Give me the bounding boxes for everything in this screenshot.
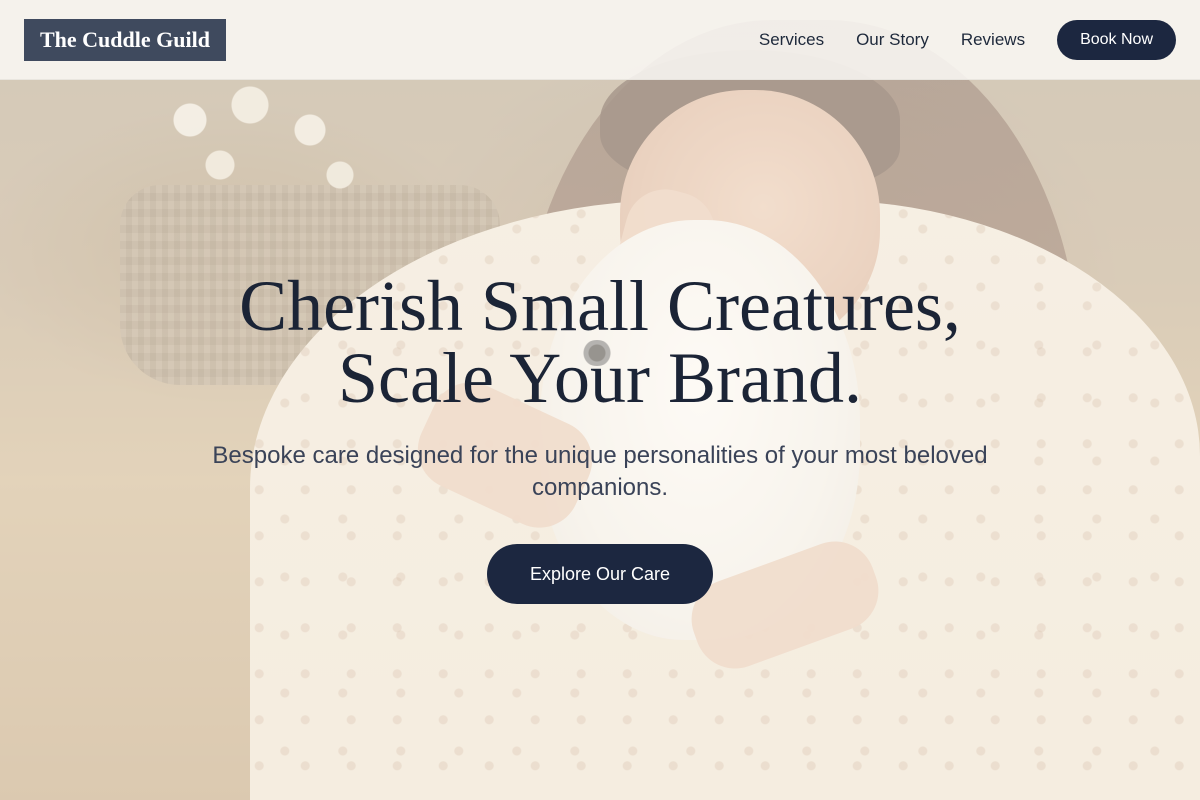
nav-link-reviews[interactable]: Reviews	[961, 30, 1025, 50]
hero-section: Cherish Small Creatures, Scale Your Bran…	[0, 270, 1200, 604]
nav-link-services[interactable]: Services	[759, 30, 824, 50]
site-logo[interactable]: The Cuddle Guild	[24, 18, 226, 61]
explore-care-button[interactable]: Explore Our Care	[487, 544, 713, 604]
page: The Cuddle Guild Services Our Story Revi…	[0, 0, 1200, 800]
hero-headline-line-1: Cherish Small Creatures,	[239, 266, 961, 346]
book-now-button[interactable]: Book Now	[1057, 19, 1176, 60]
hero-subtitle: Bespoke care designed for the unique per…	[212, 442, 988, 501]
nav-menu: Services Our Story Reviews Book Now	[759, 19, 1176, 60]
top-navigation: The Cuddle Guild Services Our Story Revi…	[0, 0, 1200, 80]
hero-headline-line-2: Scale Your Brand.	[338, 338, 862, 418]
nav-link-our-story[interactable]: Our Story	[856, 30, 929, 50]
hero-headline: Cherish Small Creatures, Scale Your Bran…	[0, 270, 1200, 414]
